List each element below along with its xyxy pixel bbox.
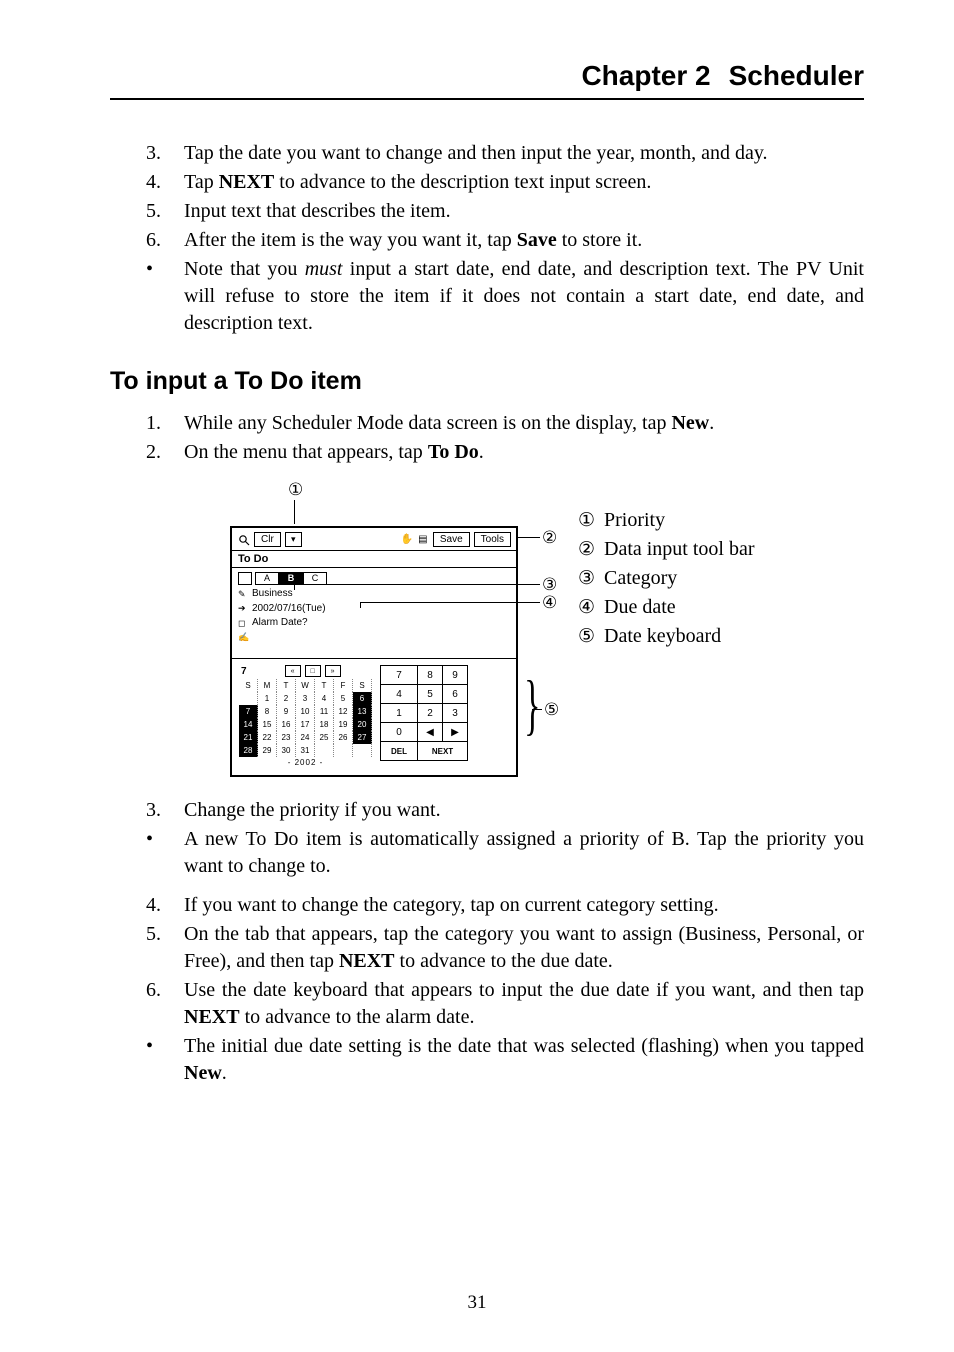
list-item: 5. On the tab that appears, tap the cate… (146, 921, 864, 975)
alarm-line: ◻ Alarm Date? (238, 616, 510, 630)
callout-label: Priority (604, 506, 665, 535)
list-item: 4. Tap NEXT to advance to the descriptio… (146, 169, 864, 196)
alarm-icon: ◻ (238, 617, 249, 629)
duedate-value[interactable]: 2002/07/16(Tue) (252, 602, 326, 616)
chapter-title: Scheduler (729, 60, 864, 91)
cal-prev-fast-icon[interactable]: « (285, 665, 301, 677)
priority-a-tab[interactable]: A (255, 572, 279, 585)
numpad-key[interactable]: 3 (443, 704, 468, 723)
list-block-1: 3. Tap the date you want to change and t… (146, 140, 864, 337)
list-item: 6. Use the date keyboard that appears to… (146, 977, 864, 1031)
date-keyboard: 7 « □ » S M T W T F (232, 659, 516, 775)
calendar: 7 « □ » S M T W T F (239, 665, 372, 767)
device-body: A B C ✎ Business ➔ 2002/07/16(Tue) ◻ A (232, 568, 516, 658)
numpad-key[interactable]: 9 (443, 666, 468, 685)
numpad-key[interactable]: 2 (418, 704, 443, 723)
save-button[interactable]: Save (433, 532, 470, 547)
numpad-key[interactable]: 4 (381, 685, 418, 704)
page-number: 31 (0, 1292, 954, 1314)
tools-button[interactable]: Tools (474, 532, 511, 547)
dropdown-icon[interactable]: ▾ (285, 532, 302, 547)
calendar-grid[interactable]: S M T W T F S 1 2 (239, 679, 372, 757)
doc-icon: ▤ (417, 534, 429, 546)
category-icon: ✎ (238, 588, 249, 600)
calendar-year: - 2002 - (239, 758, 372, 767)
numpad-next-button[interactable]: NEXT (418, 742, 468, 761)
date-icon: ➔ (238, 602, 249, 614)
callout-marker-5: ⑤ (544, 700, 559, 720)
numpad-del-button[interactable]: DEL (381, 742, 418, 761)
chapter-number: Chapter 2 (581, 60, 710, 91)
numpad-key[interactable]: 6 (443, 685, 468, 704)
checkbox-icon[interactable] (238, 572, 252, 585)
list-item: 6. After the item is the way you want it… (146, 227, 864, 254)
callout-label: Category (604, 564, 677, 593)
category-line: ✎ Business (238, 587, 510, 601)
list-item: 3. Change the priority if you want. (146, 797, 864, 824)
category-value[interactable]: Business (252, 587, 293, 601)
list-item: • Note that you must input a start date,… (146, 256, 864, 337)
calendar-month: 7 (241, 666, 247, 677)
device-screenshot: ① Clr ▾ ✋ ▤ Save Tools To Do (230, 484, 518, 777)
clr-button[interactable]: Clr (254, 532, 281, 547)
callout-marker-1: ① (288, 480, 303, 500)
callout-label: Due date (604, 593, 676, 622)
list-item: 1. While any Scheduler Mode data screen … (146, 410, 864, 437)
callout-marker-2: ② (542, 528, 557, 548)
duedate-line: ➔ 2002/07/16(Tue) (238, 602, 510, 616)
device-frame: Clr ▾ ✋ ▤ Save Tools To Do A B (230, 526, 518, 777)
list-block-3: 3. Change the priority if you want. • A … (146, 797, 864, 1087)
list-item: 3. Tap the date you want to change and t… (146, 140, 864, 167)
callout-legend: ①Priority ②Data input tool bar ③Category… (578, 506, 755, 651)
cal-next-fast-icon[interactable]: » (325, 665, 341, 677)
callout-marker-4: ④ (542, 593, 557, 613)
numpad-key[interactable]: 7 (381, 666, 418, 685)
numpad-key[interactable]: 8 (418, 666, 443, 685)
callout-label: Data input tool bar (604, 535, 755, 564)
callout-label: Date keyboard (604, 622, 721, 651)
numpad: 789 456 123 0◀▶ DELNEXT (380, 665, 468, 767)
list-block-2: 1. While any Scheduler Mode data screen … (146, 410, 864, 466)
brace-icon: } (524, 674, 540, 735)
figure-row: ① Clr ▾ ✋ ▤ Save Tools To Do (230, 484, 864, 777)
alarm-value[interactable]: Alarm Date? (252, 616, 308, 630)
device-title: To Do (232, 551, 516, 567)
list-item: • The initial due date setting is the da… (146, 1033, 864, 1087)
hand-icon: ✋ (401, 534, 413, 546)
device-toolbar: Clr ▾ ✋ ▤ Save Tools (232, 528, 516, 550)
numpad-left-icon[interactable]: ◀ (418, 723, 443, 742)
search-icon (238, 534, 250, 546)
chapter-header: Chapter 2 Scheduler (110, 60, 864, 100)
numpad-key[interactable]: 1 (381, 704, 418, 723)
section-heading: To input a To Do item (110, 367, 864, 396)
note-icon: ✍ (238, 631, 249, 643)
numpad-key[interactable]: 5 (418, 685, 443, 704)
cal-today-icon[interactable]: □ (305, 665, 321, 677)
numpad-right-icon[interactable]: ▶ (443, 723, 468, 742)
list-item: 5. Input text that describes the item. (146, 198, 864, 225)
list-item: • A new To Do item is automatically assi… (146, 826, 864, 880)
list-item: 2. On the menu that appears, tap To Do. (146, 439, 864, 466)
numpad-key[interactable]: 0 (381, 723, 418, 742)
list-item: 4. If you want to change the category, t… (146, 892, 864, 919)
note-line: ✍ (238, 631, 510, 643)
callout-marker-3: ③ (542, 575, 557, 595)
